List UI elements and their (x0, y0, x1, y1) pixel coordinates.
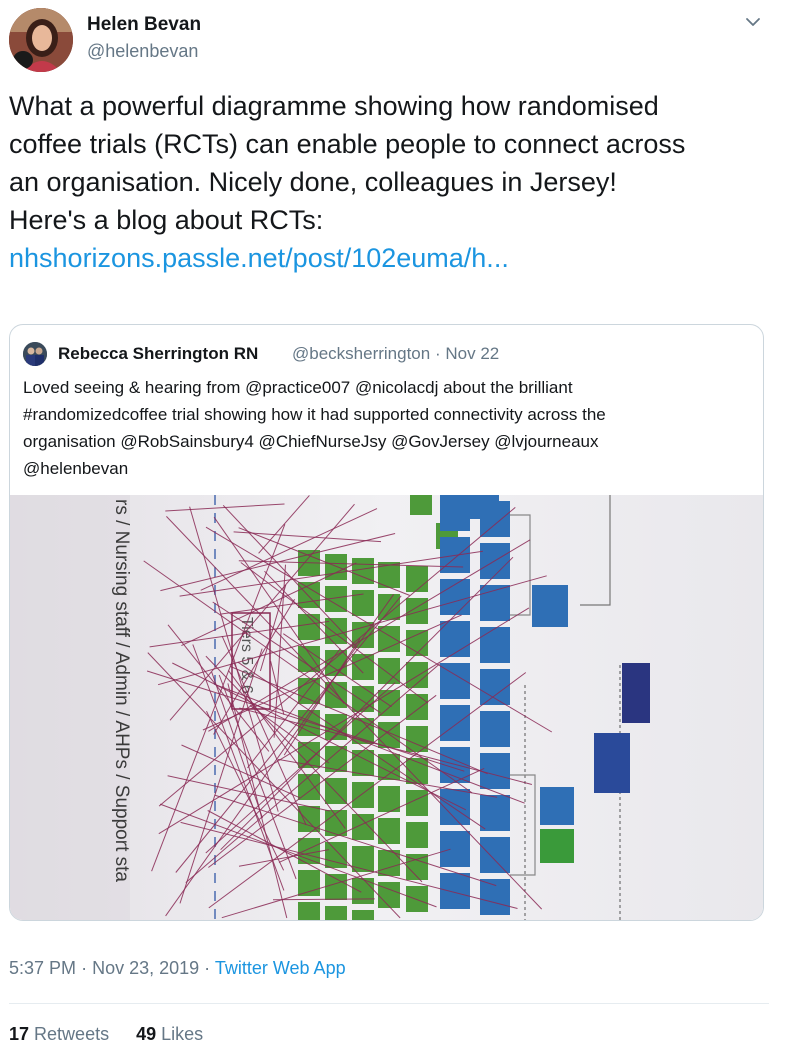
tweet-line: Here's a blog about RCTs: (9, 205, 324, 235)
tweet-line: coffee trials (RCTs) can enable people t… (9, 129, 686, 159)
quoted-meta: @becksherrington · Nov 22 (292, 344, 499, 364)
org-box (594, 733, 630, 793)
org-box (298, 774, 320, 800)
blog-link[interactable]: nhshorizons.passle.net/post/102euma/h... (9, 243, 509, 273)
retweets-stat[interactable]: 17 Retweets (9, 1024, 114, 1044)
engagement-stats: 17 Retweets 49 Likes (9, 1024, 225, 1045)
org-box (298, 902, 320, 920)
quoted-tweet-card[interactable]: Rebecca Sherrington RN @becksherrington … (9, 324, 764, 921)
org-box (410, 495, 432, 515)
org-box (352, 846, 374, 872)
likes-stat[interactable]: 49 Likes (136, 1024, 203, 1044)
author-avatar[interactable] (9, 8, 73, 72)
org-box (378, 818, 400, 844)
org-box (406, 566, 428, 592)
tweet-line: What a powerful diagramme showing how ra… (9, 91, 659, 121)
quoted-date[interactable]: Nov 22 (445, 344, 499, 363)
org-box (352, 654, 374, 680)
quoted-line: #randomizedcoffee trial showing how it h… (23, 405, 606, 424)
org-box (480, 837, 510, 873)
org-box (440, 873, 470, 909)
org-box (325, 874, 347, 900)
divider (9, 1003, 769, 1004)
quoted-author-name[interactable]: Rebecca Sherrington RN (58, 344, 258, 364)
org-box (480, 795, 510, 831)
org-box (480, 711, 510, 747)
org-box (540, 829, 574, 863)
org-box (622, 663, 650, 723)
meta-separator: · (81, 958, 88, 978)
org-box (352, 782, 374, 808)
tweet-time[interactable]: 5:37 PM (9, 958, 76, 978)
org-box (378, 722, 400, 748)
org-box (406, 822, 428, 848)
org-box (480, 879, 510, 915)
tweet-text: What a powerful diagramme showing how ra… (9, 87, 769, 277)
tweet-date[interactable]: Nov 23, 2019 (92, 958, 199, 978)
org-box (540, 787, 574, 825)
tweet-line: an organisation. Nicely done, colleagues… (9, 167, 617, 197)
meta-separator: · (204, 958, 211, 978)
org-box (532, 585, 568, 627)
quoted-line: organisation @RobSainsbury4 @ChiefNurseJ… (23, 432, 599, 451)
author-name[interactable]: Helen Bevan (87, 14, 201, 36)
retweets-count: 17 (9, 1024, 30, 1044)
chevron-down-icon[interactable] (742, 11, 764, 33)
org-box (352, 750, 374, 776)
quoted-photo[interactable]: rs / Nursing staff / Admin / AHPs / Supp… (10, 495, 763, 920)
org-chart-photo: rs / Nursing staff / Admin / AHPs / Supp… (10, 495, 763, 920)
likes-label: Likes (161, 1024, 204, 1044)
org-box (325, 906, 347, 920)
avatar-image (9, 8, 73, 72)
source-app-link[interactable]: Twitter Web App (215, 958, 346, 978)
author-handle[interactable]: @helenbevan (87, 41, 198, 62)
photo-side-text: rs / Nursing staff / Admin / AHPs / Supp… (111, 499, 132, 882)
org-box (465, 495, 499, 519)
org-box (352, 910, 374, 920)
meta-separator: · (434, 344, 441, 363)
org-box (406, 886, 428, 912)
retweets-label: Retweets (34, 1024, 110, 1044)
org-box (480, 627, 510, 663)
quoted-line: @helenbevan (23, 459, 129, 478)
quoted-tweet-text: Loved seeing & hearing from @practice007… (23, 374, 753, 482)
org-box (298, 646, 320, 672)
org-box (298, 614, 320, 640)
likes-count: 49 (136, 1024, 157, 1044)
org-box (378, 626, 400, 652)
quoted-author-handle[interactable]: @becksherrington (292, 344, 430, 363)
org-box (440, 705, 470, 741)
org-box (378, 690, 400, 716)
org-box (440, 831, 470, 867)
quoted-line: Loved seeing & hearing from @practice007… (23, 378, 573, 397)
quoted-author-avatar[interactable] (23, 342, 47, 366)
org-box (406, 598, 428, 624)
timestamp-row: 5:37 PM · Nov 23, 2019 · Twitter Web App (9, 958, 346, 979)
org-box (480, 753, 510, 789)
